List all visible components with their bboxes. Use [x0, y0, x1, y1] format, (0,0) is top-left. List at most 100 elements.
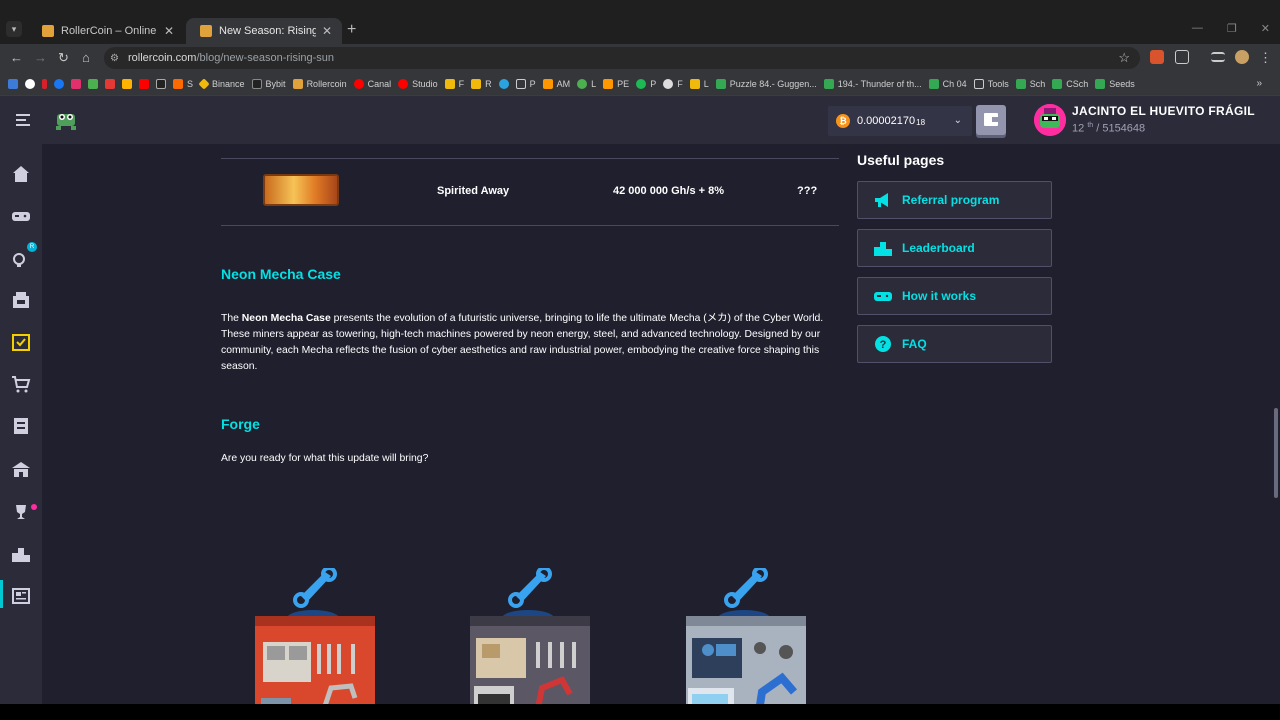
home-icon[interactable]: ⌂ [82, 50, 90, 65]
new-tab-button[interactable]: + [347, 21, 356, 39]
bookmark-sch[interactable]: Sch [1015, 78, 1045, 89]
browser-menu-icon[interactable]: ⋮ [1259, 50, 1272, 66]
profile-avatar-icon[interactable] [1235, 50, 1249, 64]
bookmark-f2[interactable]: F [663, 78, 683, 89]
close-tab-icon[interactable]: ✕ [322, 24, 332, 38]
bookmark-f[interactable]: F [444, 78, 464, 89]
balance-selector[interactable]: ₿ 0.00002170 18 ⌄ [828, 106, 972, 136]
media-controls-icon[interactable] [1211, 52, 1225, 62]
browser-tab-rollercoin[interactable]: RollerCoin – Online Bitcoin Mining Simul… [28, 18, 184, 44]
extension-fox-icon[interactable] [1150, 50, 1164, 64]
bookmark-studio[interactable]: Studio [398, 78, 438, 89]
miner-power: 42 000 000 Gh/s + 8% [613, 185, 724, 197]
bookmark-telegram[interactable] [498, 78, 509, 89]
section-title-neon-mecha: Neon Mecha Case [221, 266, 341, 282]
forge-red-workbench-image [255, 568, 375, 704]
bookmark-icon-only[interactable] [88, 78, 98, 89]
more-bookmarks-icon[interactable]: » [1256, 78, 1262, 89]
bookmark-l[interactable]: L [577, 78, 596, 89]
storage-icon[interactable] [11, 416, 31, 436]
minimize-icon[interactable]: — [1192, 22, 1203, 35]
browser-tabstrip: ▾ RollerCoin – Online Bitcoin Mining Sim… [0, 0, 1280, 44]
bookmark-ch04[interactable]: Ch 04 [928, 78, 967, 89]
tasks-icon[interactable] [11, 332, 31, 352]
useful-pages-title: Useful pages [857, 152, 945, 168]
bookmark-bybit[interactable]: Bybit [251, 78, 286, 89]
bookmark-s[interactable]: S [173, 78, 193, 89]
referral-program-link[interactable]: Referral program [857, 181, 1052, 219]
bookmark-puzzle[interactable]: Puzzle 84.- Guggen... [715, 78, 817, 89]
how-it-works-link[interactable]: How it works [857, 277, 1052, 315]
site-info-icon[interactable]: ⚙ [110, 53, 128, 64]
marketplace-icon[interactable] [11, 290, 31, 310]
bookmark-am[interactable]: AM [542, 78, 570, 89]
rank-total: / 5154648 [1096, 122, 1146, 135]
bookmark-binance[interactable]: Binance [198, 77, 245, 90]
trophy-icon[interactable] [11, 502, 31, 522]
leaderboard-link[interactable]: Leaderboard [857, 229, 1052, 267]
rank-number: 12 [1072, 122, 1085, 135]
bookmark-rollercoin[interactable]: Rollercoin [292, 78, 347, 89]
tab-title: RollerCoin – Online Bitcoin Mining Simul… [61, 25, 158, 37]
megaphone-icon [875, 193, 888, 207]
bookmark-p2[interactable]: P [636, 78, 656, 89]
svg-text:?: ? [880, 339, 887, 351]
faq-link[interactable]: ? FAQ [857, 325, 1052, 363]
bitcoin-icon: ₿ [836, 114, 850, 128]
reload-icon[interactable]: ↻ [58, 50, 69, 66]
bookmark-icon-only[interactable] [8, 78, 18, 89]
bookmark-tools[interactable]: Tools [973, 78, 1009, 89]
extensions-puzzle-icon[interactable] [1175, 50, 1189, 64]
bookmark-csch[interactable]: CSch [1052, 78, 1088, 89]
browser-tab-new-season[interactable]: New Season: Rising Sun - RollerCoin ✕ [186, 18, 342, 44]
bookmark-icon-only[interactable] [71, 78, 81, 89]
bookmark-star-icon[interactable]: ☆ [1118, 50, 1130, 66]
balance-small-digits: 18 [916, 118, 926, 127]
close-window-icon[interactable]: ✕ [1261, 22, 1270, 35]
username[interactable]: JACINTO EL HUEVITO FRÁGIL [1072, 104, 1255, 118]
bookmark-icon-only[interactable] [105, 78, 115, 89]
bookmark-thunder[interactable]: 194.- Thunder of th... [823, 78, 922, 89]
sidebar-nav: R [0, 96, 42, 704]
tab-search-icon[interactable]: ▾ [6, 21, 22, 37]
bookmark-canal[interactable]: Canal [353, 78, 391, 89]
url-path: /blog/new-season-rising-sun [196, 52, 335, 64]
rollercoin-logo-icon[interactable] [54, 110, 78, 132]
bookmark-pe[interactable]: PE [603, 78, 629, 89]
miner-name: Spirited Away [437, 185, 510, 197]
bookmark-icon-only[interactable] [139, 78, 149, 89]
forge-grey-workbench-image [470, 568, 590, 704]
bookmark-l2[interactable]: L [689, 78, 709, 89]
page-scrollbar[interactable] [1274, 408, 1278, 498]
forward-icon[interactable]: → [34, 50, 47, 65]
bookmark-p[interactable]: P [515, 78, 536, 89]
maximize-icon[interactable]: ❐ [1227, 22, 1237, 35]
address-bar[interactable]: ⚙ rollercoin.com/blog/new-season-rising-… [104, 47, 1140, 69]
blog-news-icon[interactable] [11, 586, 31, 606]
rollercoin-page: R ₿ 0.00002170 18 ⌄ JACINTO EL HUEVITO F… [0, 96, 1280, 704]
section-title-forge: Forge [221, 416, 260, 432]
tab-title: New Season: Rising Sun - RollerCoin [219, 25, 316, 37]
bookmark-icon-only[interactable] [25, 78, 35, 89]
home-icon[interactable] [11, 164, 31, 184]
miner-image-spirited-away [263, 174, 339, 206]
close-tab-icon[interactable]: ✕ [164, 24, 174, 38]
bookmark-r[interactable]: R [471, 78, 492, 89]
menu-toggle-icon[interactable] [16, 114, 30, 126]
bookmark-icon-only[interactable] [54, 78, 64, 89]
wallet-button[interactable] [976, 105, 1006, 135]
back-icon[interactable]: ← [10, 50, 23, 65]
bookmark-seeds[interactable]: Seeds [1095, 78, 1135, 89]
bookmark-icon-only[interactable] [42, 78, 47, 89]
link-label: How it works [902, 289, 977, 303]
window-controls: — ❐ ✕ [1192, 22, 1270, 35]
table-divider [221, 158, 839, 159]
leaderboard-podium-icon[interactable] [11, 544, 31, 564]
store-cart-icon[interactable] [11, 374, 31, 394]
games-icon[interactable] [11, 206, 31, 226]
site-header: ₿ 0.00002170 18 ⌄ JACINTO EL HUEVITO FRÁG… [42, 96, 1280, 144]
avatar[interactable] [1034, 104, 1066, 136]
bookmark-icon-only[interactable] [122, 78, 132, 89]
bookmark-icon-only[interactable] [156, 78, 166, 89]
bank-icon[interactable] [11, 460, 31, 480]
